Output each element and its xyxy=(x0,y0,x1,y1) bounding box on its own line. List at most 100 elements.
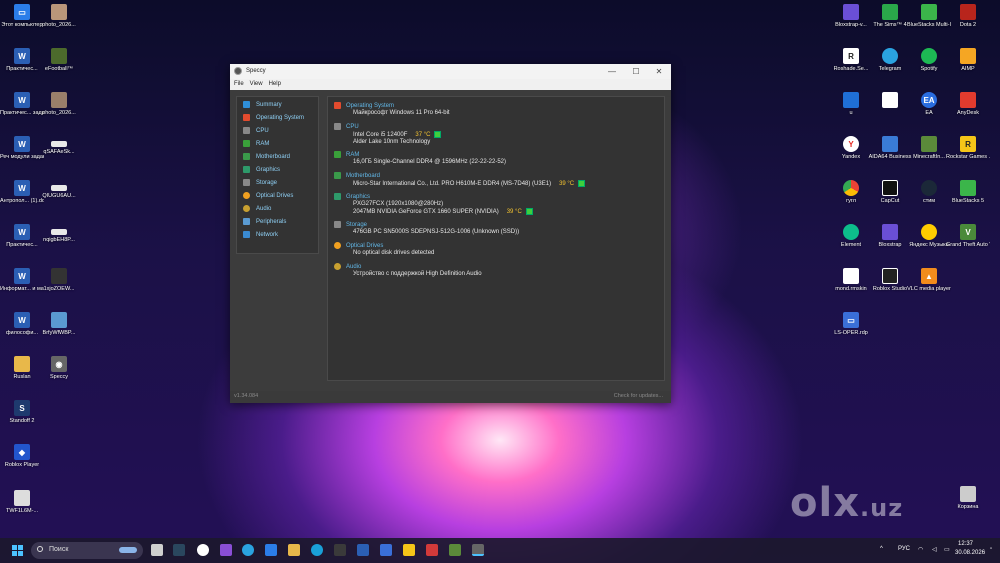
desktop-icon-recycle-bin[interactable]: Корзина xyxy=(946,486,990,511)
desktop-icon-anydesk[interactable]: AnyDesk xyxy=(946,92,990,117)
desktop-icon-file[interactable]: 1xjoZOEW... xyxy=(37,268,81,293)
notification-icon[interactable]: ▫ xyxy=(990,546,992,552)
temperature-graph-icon[interactable] xyxy=(525,208,533,216)
desktop-icon-file[interactable]: QIUGU6AU... xyxy=(37,180,81,200)
desktop-icon-dota[interactable]: Dota 2 xyxy=(946,4,990,29)
desktop-icon-aimp[interactable]: AIMP xyxy=(946,48,990,73)
nav-optical-drives[interactable]: Optical Drives xyxy=(243,191,293,202)
nav-network[interactable]: Network xyxy=(243,230,278,241)
app-taskbar-icon[interactable] xyxy=(357,544,369,556)
desktop-icon-photo[interactable]: photo_2026... xyxy=(37,92,81,117)
desktop-icon-rockstar[interactable]: R Rockstar Games ... xyxy=(946,136,990,161)
app-taskbar-icon[interactable] xyxy=(334,544,346,556)
rockstar-taskbar-icon[interactable] xyxy=(403,544,415,556)
menu-file[interactable]: File xyxy=(234,79,244,90)
section-title: Optical Drives xyxy=(346,243,384,250)
speccy-taskbar-icon[interactable] xyxy=(472,544,484,556)
app-icon xyxy=(843,92,859,108)
maximize-button[interactable]: ☐ xyxy=(630,66,642,77)
cpu-icon xyxy=(243,126,250,134)
file-explorer-icon[interactable] xyxy=(288,544,300,556)
monitor-icon: ▭ xyxy=(14,4,30,20)
desktop-icon-game[interactable]: eFootball™ xyxy=(37,48,81,73)
speccy-window[interactable]: Speccy — ☐ ✕ File View Help Summary Operat… xyxy=(230,64,671,403)
roblox-studio-icon xyxy=(882,268,898,284)
desktop-icon-spotify[interactable]: Spotify xyxy=(907,48,951,73)
store-taskbar-icon[interactable] xyxy=(265,544,277,556)
taskbar-search[interactable]: Поиск xyxy=(31,542,143,559)
desktop-icon-roshade[interactable]: R Roshade.Se... xyxy=(829,48,873,73)
desktop-icon-element[interactable]: Element xyxy=(829,224,873,249)
desktop-icon-chrome[interactable]: гугл xyxy=(829,180,873,205)
yandex-taskbar-icon[interactable] xyxy=(197,544,209,556)
app-icon: R xyxy=(843,48,859,64)
desktop-icon-file[interactable]: TWF1L6M-... xyxy=(0,490,44,515)
desktop-icon-u[interactable]: u xyxy=(829,92,873,117)
nav-summary[interactable]: Summary xyxy=(243,100,282,111)
desktop-icon-gta[interactable]: VGrand Theft Auto V En... xyxy=(946,224,990,249)
temperature-graph-icon[interactable] xyxy=(578,180,586,188)
volume-icon[interactable]: ◁ xyxy=(932,546,937,553)
tray-chevron-icon[interactable]: ^ xyxy=(880,546,883,552)
desktop-icon-bloxstrap[interactable]: Bloxstrap-v... xyxy=(829,4,873,29)
steam-taskbar-icon[interactable] xyxy=(173,544,185,556)
desktop-icon-ea[interactable]: EA EA xyxy=(907,92,951,117)
check-updates-link[interactable]: Check for updates... xyxy=(614,393,663,399)
desktop-icon-minecraft[interactable]: MinecraftIn... xyxy=(907,136,951,161)
nav-graphics[interactable]: Graphics xyxy=(243,165,280,176)
desktop-icon-sims[interactable]: The Sims™ 4 xyxy=(868,4,912,29)
desktop-icon-yandex[interactable]: Y Yandex xyxy=(829,136,873,161)
app-taskbar-icon[interactable] xyxy=(220,544,232,556)
language-indicator[interactable]: РУС xyxy=(898,546,910,552)
desktop-icon-blank[interactable] xyxy=(868,92,912,110)
desktop-icon-telegram[interactable]: Telegram xyxy=(868,48,912,73)
desktop-icon-vlc[interactable]: ▲ VLC media player xyxy=(907,268,951,293)
nav-audio[interactable]: Audio xyxy=(243,204,271,215)
desktop-icon-bloxstrap-2[interactable]: Bloxstrap xyxy=(868,224,912,249)
desktop-icon-capcut[interactable]: CapCut xyxy=(868,180,912,205)
desktop-icon-speccy[interactable]: ◉ Speccy xyxy=(37,356,81,381)
nav-ram[interactable]: RAM xyxy=(243,139,269,150)
nav-cpu[interactable]: CPU xyxy=(243,126,269,137)
clock-time[interactable]: 12:37 xyxy=(958,541,973,547)
word-doc-icon: W xyxy=(14,224,30,240)
desktop-icon-bluestacks-multi[interactable]: BlueStacks Multi-Insta... xyxy=(907,4,951,29)
wifi-icon[interactable]: ◠ xyxy=(918,546,923,553)
desktop-icon-steam[interactable]: стим xyxy=(907,180,951,205)
desktop-icon-game[interactable]: ◆ Roblox Player xyxy=(0,444,44,469)
storage-value: 476GB PC SN5000S SDEPNSJ-512G-1006 (Unkn… xyxy=(353,229,520,236)
battery-icon[interactable]: ▭ xyxy=(944,546,950,553)
start-button[interactable] xyxy=(12,545,23,556)
word-doc-icon: W xyxy=(14,48,30,64)
nav-peripherals[interactable]: Peripherals xyxy=(243,217,286,228)
nav-motherboard[interactable]: Motherboard xyxy=(243,152,290,163)
menu-view[interactable]: View xyxy=(250,79,263,90)
edge-icon[interactable] xyxy=(311,544,323,556)
desktop-icon-photo[interactable]: photo_2026... xyxy=(37,4,81,29)
desktop-icon-aida64[interactable]: AIDA64 Business xyxy=(868,136,912,161)
app-icon xyxy=(882,224,898,240)
menu-help[interactable]: Help xyxy=(269,79,281,90)
desktop-icon-file[interactable]: BrfyWfWBP... xyxy=(37,312,81,337)
desktop-icon-bluestacks[interactable]: BlueStacks 5 xyxy=(946,180,990,205)
desktop-icon-file[interactable]: qSAFAeSk... xyxy=(37,136,81,156)
close-button[interactable]: ✕ xyxy=(653,66,665,77)
desktop-icon-file[interactable]: nqigbEH8P... xyxy=(37,224,81,244)
app-taskbar-icon[interactable] xyxy=(380,544,392,556)
desktop-icon-game[interactable]: S Standoff 2 xyxy=(0,400,44,425)
telegram-taskbar-icon[interactable] xyxy=(242,544,254,556)
clock-date[interactable]: 30.08.2026 xyxy=(955,550,985,556)
minimize-button[interactable]: — xyxy=(606,66,618,77)
minecraft-taskbar-icon[interactable] xyxy=(449,544,461,556)
nav-storage[interactable]: Storage xyxy=(243,178,277,189)
desktop-icon-rmskin[interactable]: mond.rmskin xyxy=(829,268,873,293)
nav-operating-system[interactable]: Operating System xyxy=(243,113,304,124)
speccy-logo-icon xyxy=(234,67,242,75)
desktop-icon-rdp[interactable]: ▭ LS-OPER.rdp xyxy=(829,312,873,337)
temperature-graph-icon[interactable] xyxy=(434,131,442,139)
app-taskbar-icon[interactable] xyxy=(426,544,438,556)
desktop-icon-roblox-studio[interactable]: Roblox Studio xyxy=(868,268,912,293)
task-view-icon[interactable] xyxy=(151,544,163,556)
desktop-icon-yandex-music[interactable]: Яндекс Музыка xyxy=(907,224,951,249)
title-bar[interactable]: Speccy — ☐ ✕ xyxy=(230,64,671,79)
